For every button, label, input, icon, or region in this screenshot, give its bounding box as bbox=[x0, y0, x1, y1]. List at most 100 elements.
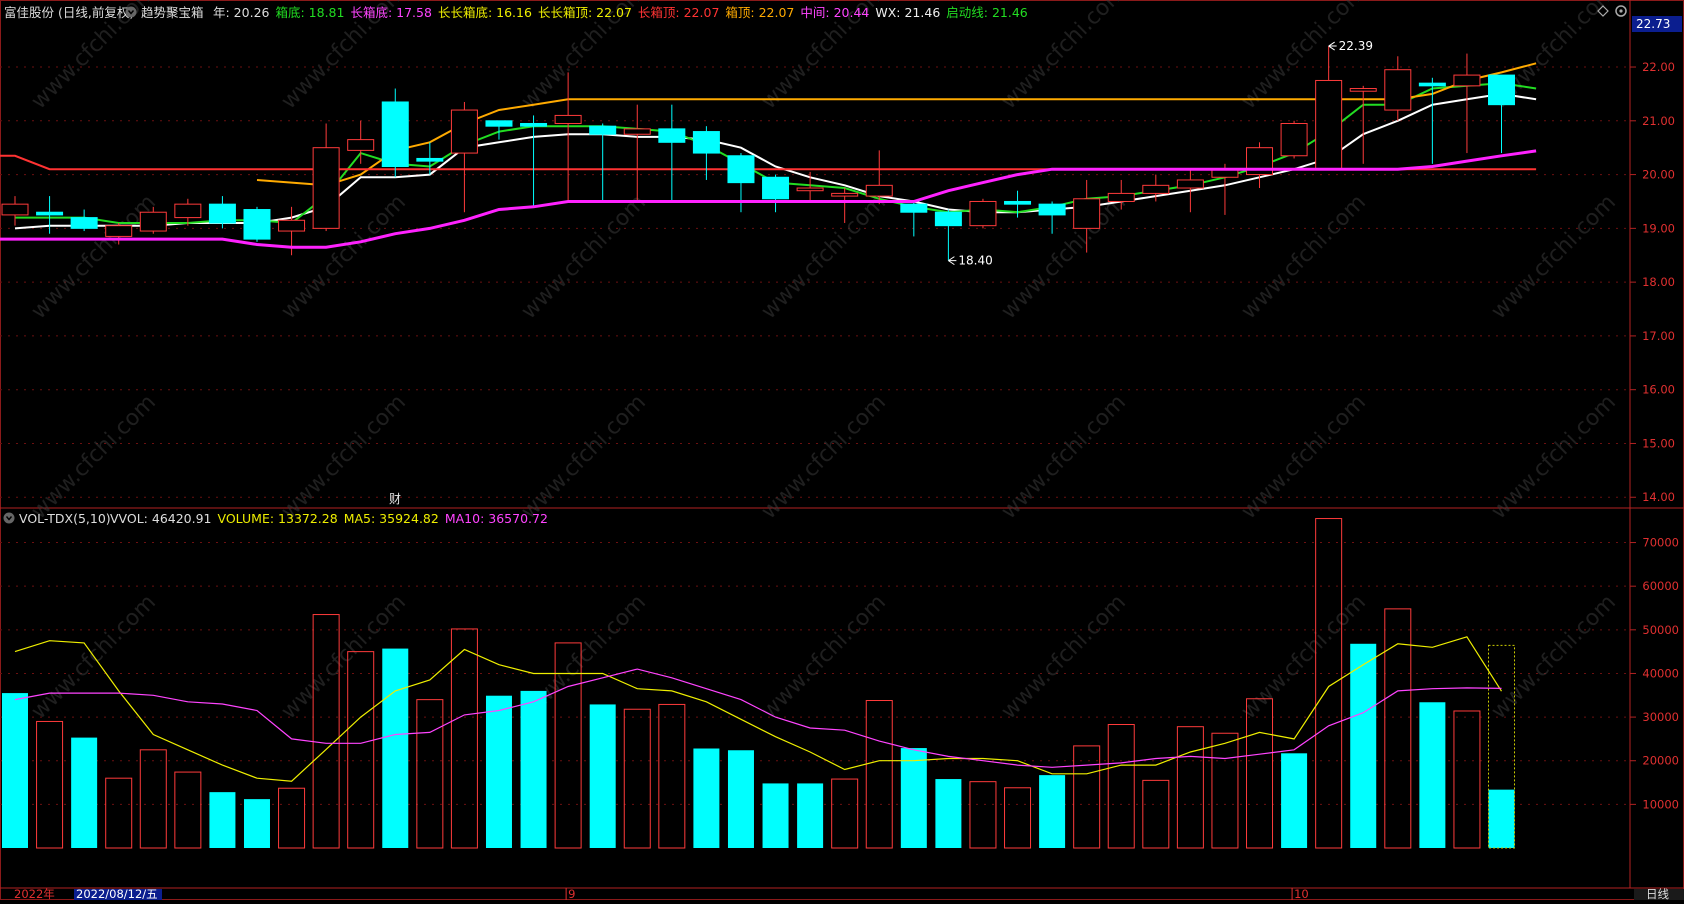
candle-body-up bbox=[554, 114, 582, 124]
volume-tick-label: 30000 bbox=[1642, 710, 1679, 724]
watermark-text: www.cfchi.com bbox=[277, 190, 411, 324]
volume-bar-up bbox=[1211, 732, 1239, 849]
series-orange_line bbox=[256, 62, 1537, 187]
volume-bar-down bbox=[727, 750, 754, 848]
volume-bar-up bbox=[1004, 787, 1032, 849]
period-label: 日线 bbox=[1646, 887, 1669, 900]
candle-body-up bbox=[105, 225, 133, 237]
volume-bar-up bbox=[1142, 779, 1170, 849]
volume-bar-up bbox=[1315, 518, 1343, 849]
volume-bar-down bbox=[1039, 775, 1066, 848]
watermark-text: www.cfchi.com bbox=[1487, 390, 1621, 524]
watermark-text: www.cfchi.com bbox=[27, 190, 161, 324]
candle-body-down bbox=[70, 217, 98, 229]
candle-body-down bbox=[416, 157, 444, 162]
indicator-value-0: 年: 20.26 bbox=[213, 5, 270, 20]
x-marker-label: 10 bbox=[1294, 887, 1309, 900]
volume-bar-down bbox=[762, 783, 789, 848]
volume-indicator-name: VOL-TDX(5,10) bbox=[19, 511, 111, 526]
x-marker-year: 2022年 bbox=[14, 887, 55, 900]
chart-canvas[interactable]: www.cfchi.com www.cfchi.com www.cfchi.com w… bbox=[0, 0, 1684, 901]
volume-bar-up bbox=[278, 787, 306, 849]
candle-body-down bbox=[208, 203, 236, 224]
volume-value-0: VVOL: 46420.91 bbox=[110, 511, 212, 526]
volume-bar-up bbox=[1073, 745, 1101, 849]
indicator-value-3: 长长箱底: 16.16 bbox=[438, 5, 532, 20]
watermark-text: www.cfchi.com bbox=[997, 590, 1131, 724]
candle-body-down bbox=[589, 125, 617, 135]
candle-body-down bbox=[692, 131, 720, 154]
candle-body-up bbox=[278, 219, 306, 232]
candle-body-down bbox=[658, 128, 686, 143]
volume-bar-up bbox=[658, 703, 686, 849]
candle-body-up bbox=[347, 139, 375, 151]
volume-bar-down bbox=[520, 690, 547, 848]
volume-tick-label: 70000 bbox=[1642, 536, 1679, 550]
volume-bar-up bbox=[105, 777, 133, 849]
candle-body-up bbox=[969, 200, 997, 227]
watermarks: www.cfchi.com www.cfchi.com www.cfchi.com w… bbox=[27, 0, 1621, 724]
volume-bar-down bbox=[209, 792, 236, 848]
watermark-text: www.cfchi.com bbox=[757, 390, 891, 524]
high-arrow bbox=[1328, 41, 1337, 51]
candle-body-down bbox=[1418, 82, 1446, 87]
volume-bar-down bbox=[382, 648, 409, 848]
stock-title: 富佳股份 (日线,前复权) bbox=[4, 5, 134, 20]
price-tick-label: 16.00 bbox=[1642, 383, 1675, 397]
volume-value-1: VOLUME: 13372.28 bbox=[218, 511, 338, 526]
candle-body-down bbox=[727, 155, 755, 184]
volume-indicator-values: VVOL: 46420.91 VOLUME: 13372.28 MA5: 35924… bbox=[110, 511, 548, 526]
volume-bar-up bbox=[969, 781, 997, 849]
candle-body-down bbox=[1004, 200, 1032, 205]
candle-body-up bbox=[1142, 184, 1170, 194]
candle-body-down bbox=[243, 209, 271, 240]
volume-bar-down bbox=[797, 783, 824, 848]
volume-tick-label: 50000 bbox=[1642, 623, 1679, 637]
price-tick-label: 17.00 bbox=[1642, 329, 1675, 343]
indicator-value-5: 长箱顶: 22.07 bbox=[638, 5, 719, 20]
candle-body-up bbox=[1, 203, 29, 216]
volume-bar-down bbox=[243, 799, 270, 848]
price-tick-label: 22.00 bbox=[1642, 60, 1675, 74]
volume-bar-up bbox=[865, 700, 893, 849]
volume-toggle-icon[interactable] bbox=[3, 512, 15, 524]
candle-body-up bbox=[1176, 179, 1204, 189]
volume-bar-down bbox=[693, 748, 720, 848]
x-marker-label: 9 bbox=[568, 887, 575, 900]
volume-tick-label: 10000 bbox=[1642, 797, 1679, 811]
indicator-value-4: 长长箱顶: 22.07 bbox=[538, 5, 632, 20]
candle-body-up bbox=[139, 211, 167, 232]
volume-bar-up bbox=[450, 628, 478, 849]
price-tick-label: 14.00 bbox=[1642, 490, 1675, 504]
watermark-text: www.cfchi.com bbox=[997, 390, 1131, 524]
volume-bar-down bbox=[589, 704, 616, 848]
finance-marker[interactable]: 财 bbox=[389, 492, 401, 506]
candle-body-down bbox=[381, 101, 409, 168]
gear-icon[interactable] bbox=[1615, 5, 1627, 17]
watermark-text: www.cfchi.com bbox=[27, 390, 161, 524]
volume-bar-down bbox=[1350, 643, 1377, 848]
volume-bar-up bbox=[174, 771, 202, 849]
indicator-value-2: 长箱底: 17.58 bbox=[350, 5, 432, 20]
price-tick-label: 19.00 bbox=[1642, 221, 1675, 235]
candle-body-up bbox=[450, 109, 478, 154]
volume-bar-up bbox=[36, 720, 64, 849]
stock-chart-window: www.cfchi.com www.cfchi.com www.cfchi.com w… bbox=[0, 0, 1684, 901]
candle-body-down bbox=[520, 122, 548, 127]
indicator-toggle-icon[interactable] bbox=[125, 6, 137, 18]
volume-ma-lines bbox=[14, 636, 1503, 782]
volume-axis-ticks: 70000 60000 50000 40000 30000 20000 10000 bbox=[1630, 536, 1679, 811]
low-arrow bbox=[948, 256, 957, 266]
candle-body-down bbox=[934, 211, 962, 227]
date-axis-markers: 2022年 9 10 bbox=[14, 887, 1309, 901]
volume-value-2: MA5: 35924.82 bbox=[344, 511, 439, 526]
cursor-date: 2022/08/12/五 bbox=[76, 887, 158, 900]
volume-bar-down bbox=[1488, 789, 1515, 848]
indicator-name: 趋势聚宝箱 bbox=[141, 5, 204, 20]
candle-body-up bbox=[1280, 122, 1308, 157]
candle-body-up bbox=[312, 147, 340, 229]
high-label: 22.39 bbox=[1339, 39, 1373, 53]
indicator-value-9: 启动线: 21.46 bbox=[946, 5, 1028, 20]
candle-body-up bbox=[796, 187, 824, 192]
current-price-label: 22.73 bbox=[1636, 17, 1670, 31]
